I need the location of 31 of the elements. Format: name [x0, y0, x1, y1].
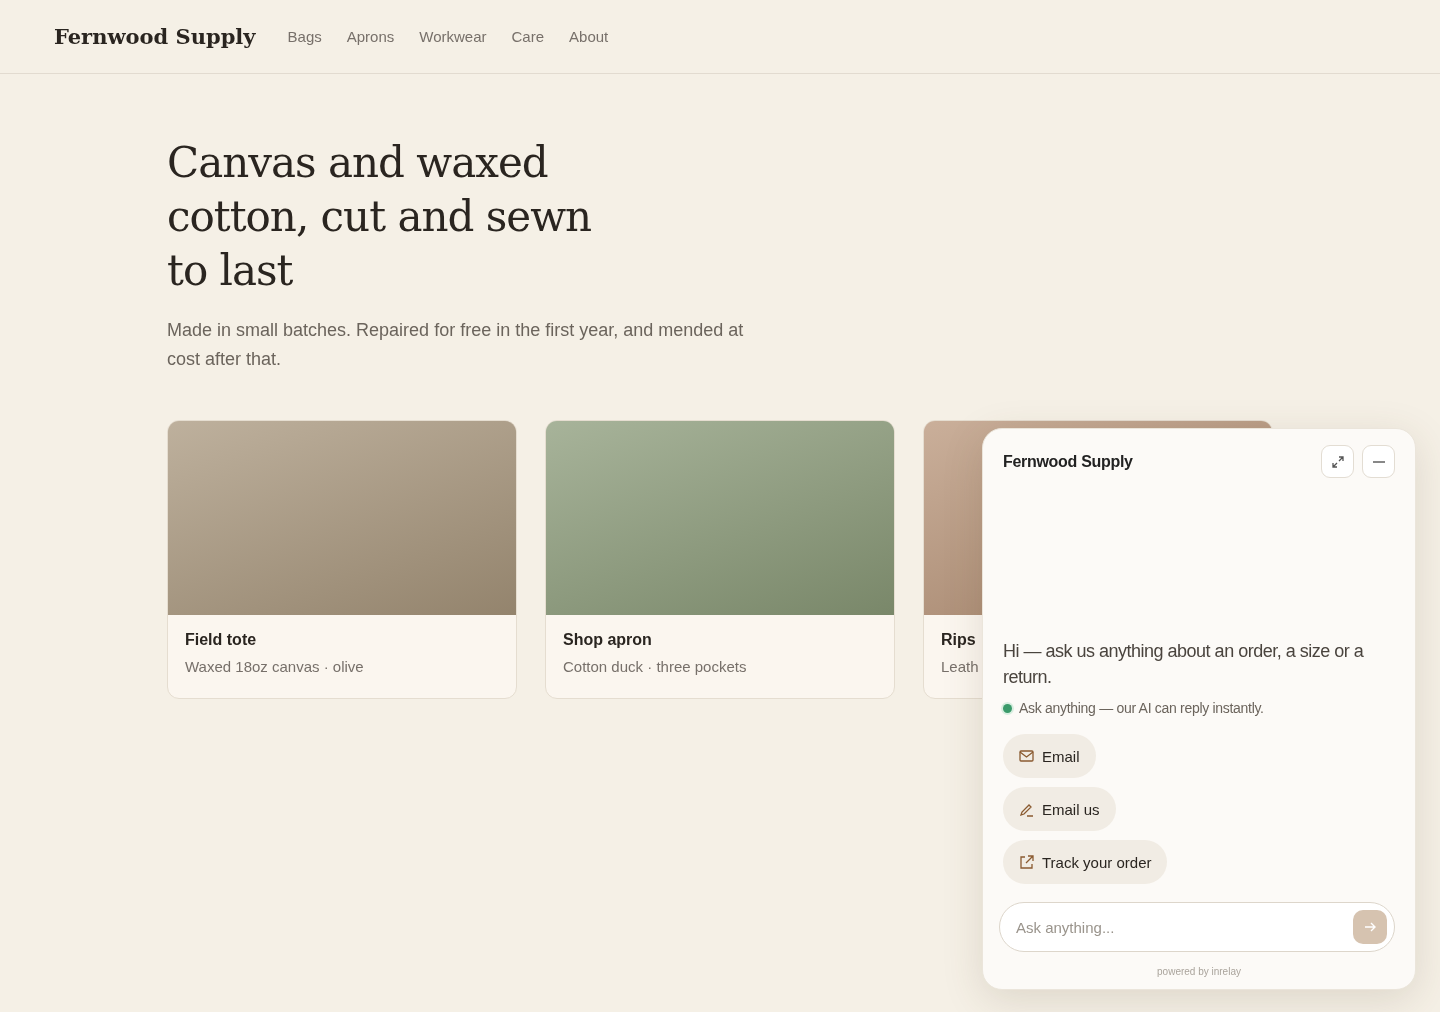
product-name: Shop apron: [563, 631, 652, 649]
powered-by-text: powered by inrelay: [1157, 966, 1241, 977]
external-link-icon: [1019, 854, 1034, 870]
minimize-button[interactable]: [1362, 445, 1395, 478]
nav-link[interactable]: About: [569, 28, 609, 45]
chat-title: Fernwood Supply: [1003, 452, 1133, 471]
nav-link[interactable]: Workwear: [419, 28, 487, 45]
product-name: Field tote: [185, 631, 257, 649]
envelope-icon: [1019, 750, 1034, 762]
expand-icon: [1330, 454, 1345, 469]
hero-heading: Canvas and waxed cotton, cut and sewn to last: [167, 137, 593, 297]
track-order-button[interactable]: Track your order: [1003, 840, 1168, 884]
product-name: Rips: [941, 631, 976, 649]
greeting-message: Hi — ask us anything about an order, a size or a return.: [1003, 640, 1365, 689]
nav-link[interactable]: Aprons: [346, 28, 395, 45]
product-card[interactable]: Field tote Waxed 18oz canvas · olive: [167, 420, 517, 699]
hero-text: Made in small batches. Repaired for free in the first year, and mended at cost after that.: [167, 319, 745, 371]
status-text: Ask anything — our AI can reply instantly.: [1019, 700, 1264, 716]
nav-link[interactable]: Bags: [287, 28, 322, 45]
brand-logo[interactable]: Fernwood Supply: [54, 24, 256, 49]
product-card[interactable]: Shop apron Cotton duck · three pockets: [545, 420, 895, 699]
minimize-icon: [1371, 460, 1386, 463]
email-button[interactable]: Email: [1003, 734, 1096, 778]
product-detail: Cotton duck · three pockets: [563, 658, 747, 675]
product-detail: Leath: [941, 658, 979, 675]
product-detail: Waxed 18oz canvas · olive: [185, 658, 364, 675]
message-input[interactable]: Ask anything...: [999, 902, 1395, 952]
nav-link[interactable]: Care: [511, 28, 545, 45]
compose-button[interactable]: Email us: [1003, 787, 1116, 831]
arrow-right-icon: [1364, 922, 1376, 932]
expand-button[interactable]: [1321, 445, 1354, 478]
